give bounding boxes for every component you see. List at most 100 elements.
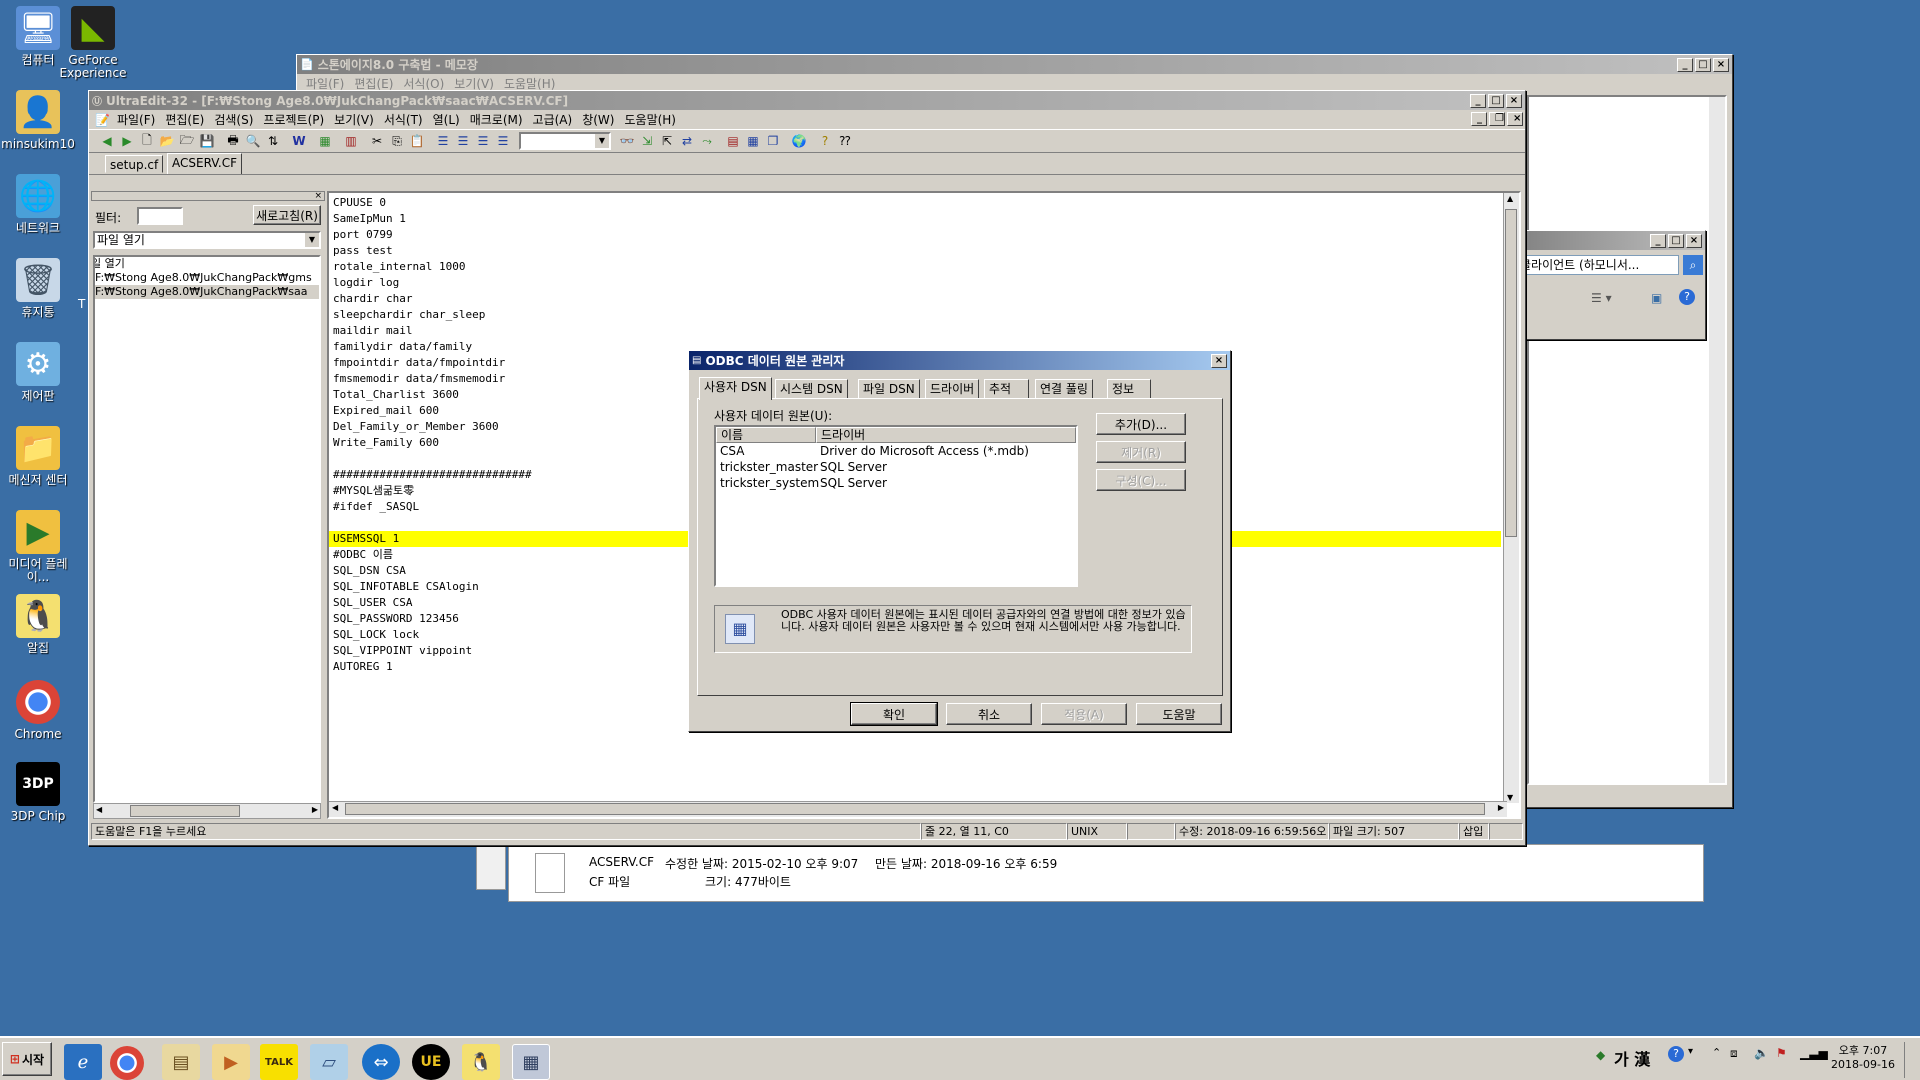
close-button[interactable]: × [1211,353,1227,368]
file-list[interactable]: 일 열기 F:₩Stong Age8.0₩JukChangPack₩gms F:… [93,255,321,803]
notepad-taskbar-icon[interactable]: ▱ [310,1044,348,1080]
tab-connection-pooling[interactable]: 연결 풀링 [1035,379,1093,399]
minimize-button[interactable]: _ [1677,57,1693,72]
menu-advanced[interactable]: 고급(A) [528,111,578,128]
menu-view[interactable]: 보기(V) [329,111,379,128]
tab-drivers[interactable]: 드라이버 [925,379,980,399]
explorer-icon[interactable]: ▤ [162,1044,200,1080]
menu-edit[interactable]: 편집(E) [160,111,209,128]
media-icon[interactable]: ▶ [212,1044,250,1080]
alzip-taskbar-icon[interactable]: 🐧 [462,1044,500,1080]
close-button[interactable]: × [1713,57,1729,72]
chevron-down-icon[interactable]: ▾ [1688,1046,1693,1057]
menu-project[interactable]: 프로젝트(P) [258,111,329,128]
close-button[interactable]: × [1506,93,1522,108]
menu-macro[interactable]: 매크로(M) [465,111,528,128]
notepad-titlebar[interactable]: 📄 스톤에이지8.0 구축법 - 메모장 _ □ × [297,55,1732,74]
tray-expand-icon[interactable]: ⌃ [1712,1046,1721,1059]
search-icon[interactable]: ⌕ [1683,255,1703,275]
doc-close-button[interactable]: × [1507,112,1523,126]
doc-minimize-button[interactable]: _ [1471,112,1487,126]
window-split-icon[interactable]: ▤ [723,131,743,151]
minimize-button[interactable]: _ [1650,233,1666,248]
table-row[interactable]: CSA Driver do Microsoft Access (*.mdb) [716,443,1076,459]
odbc-dialog[interactable]: ▤ ODBC 데이터 원본 관리자 × 사용자 DSN 시스템 DSN 파일 D… [688,350,1231,732]
scroll-left-icon[interactable]: ◀ [96,805,102,814]
maximize-button[interactable]: □ [1695,57,1711,72]
side-hscrollbar[interactable]: ◀ ▶ [93,803,321,819]
align-center-icon[interactable]: ☰ [453,131,473,151]
context-help-icon[interactable]: ⁇ [835,131,855,151]
replace-icon[interactable]: ⇄ [677,131,697,151]
configure-button[interactable]: 구성(C)... [1096,469,1186,491]
notepad-text-area[interactable] [1527,95,1727,785]
chevron-down-icon[interactable]: ▼ [595,134,609,148]
scroll-thumb[interactable] [1505,209,1517,537]
col-name-header[interactable]: 이름 [716,427,816,443]
justify-icon[interactable]: ☰ [493,131,513,151]
find-next-icon[interactable]: ⇲ [637,131,657,151]
desktop-icon-network[interactable]: 🌐 네트워크 [0,174,78,235]
table-row[interactable]: trickster_master SQL Server [716,459,1076,475]
cancel-button[interactable]: 취소 [946,703,1032,725]
back-window[interactable]: _ □ × 클라이언트 (하모니서... ⌕ ☰ ▾ ▣ ? [1510,230,1706,340]
kakaotalk-icon[interactable]: TALK [260,1044,298,1080]
maximize-button[interactable]: □ [1668,233,1684,248]
desktop-icon-chrome[interactable]: Chrome [0,680,78,741]
scroll-right-icon[interactable]: ▶ [312,805,318,814]
back-arrow-icon[interactable]: ◀ [97,131,117,151]
tab-file-dsn[interactable]: 파일 DSN [858,379,920,399]
list-item[interactable]: F:₩Stong Age8.0₩JukChangPack₩gms [95,271,319,285]
list-item[interactable]: F:₩Stong Age8.0₩JukChangPack₩saa [95,285,319,299]
tab-about[interactable]: 정보 [1107,379,1151,399]
list-item[interactable]: 일 열기 [95,257,319,271]
desktop-icon-user-folder[interactable]: 👤 minsukim10 [0,90,78,151]
ime-indicator[interactable]: 가 漢 [1614,1046,1650,1070]
tab-tracing[interactable]: 추적 [984,379,1029,399]
save-icon[interactable]: 💾 [197,131,217,151]
apply-button[interactable]: 적용(A) [1041,703,1127,725]
col-driver-header[interactable]: 드라이버 [816,427,1076,443]
teamviewer-icon[interactable]: ⇔ [362,1044,400,1080]
copy-icon[interactable]: ⎘ [387,131,407,151]
editor-hscrollbar[interactable]: ◀ ▶ [329,801,1507,817]
desktop-icon-control-panel[interactable]: ⚙ 제어판 [0,342,78,403]
filter-input[interactable] [137,207,183,225]
scroll-left-icon[interactable]: ◀ [332,803,338,812]
open-folder-icon[interactable]: 📂 [157,131,177,151]
desktop-icon-media-player[interactable]: ▶ 미디어 플레이... [0,510,78,584]
dsn-list[interactable]: 이름 드라이버 CSA Driver do Microsoft Access (… [714,425,1078,587]
remove-button[interactable]: 제거(R) [1096,441,1186,463]
status-resize-grip[interactable] [1489,823,1523,840]
chrome-taskbar-icon[interactable] [110,1046,144,1080]
word-wrap-icon[interactable]: W [289,131,309,151]
address-bar[interactable]: 클라이언트 (하모니서... [1515,255,1679,275]
menu-help[interactable]: 도움말(H) [619,111,681,128]
minimize-button[interactable]: _ [1470,93,1486,108]
odbc-taskbar-icon[interactable]: ▦ [512,1044,550,1080]
browser-icon[interactable]: 🌍 [789,131,809,151]
security-icon[interactable]: ⚑ [1776,1046,1787,1060]
cut-icon[interactable]: ✂ [367,131,387,151]
paste-icon[interactable]: 📋 [407,131,427,151]
start-button[interactable]: ⊞ 시작 [2,1042,52,1076]
new-file-icon[interactable]: 🗋 [137,131,157,151]
tab-system-dsn[interactable]: 시스템 DSN [775,379,848,399]
file-view-combo[interactable]: 파일 열기 ▼ [93,231,321,249]
view-icon[interactable]: ☰ ▾ [1591,291,1612,305]
help-icon[interactable]: ? [815,131,835,151]
scroll-thumb[interactable] [345,803,1485,815]
menu-column[interactable]: 열(L) [428,111,465,128]
clock[interactable]: 오후 7:07 2018-09-16 [1830,1044,1896,1072]
print-icon[interactable]: 🖶 [223,131,243,151]
pane-icon[interactable]: ▣ [1651,291,1662,305]
show-desktop-button[interactable] [1904,1042,1918,1078]
network-tray-icon[interactable]: ⧈ [1730,1046,1738,1061]
add-button[interactable]: 추가(D)... [1096,413,1186,435]
align-left-icon[interactable]: ☰ [433,131,453,151]
doc-restore-button[interactable]: ❐ [1489,112,1505,126]
ultraedit-taskbar-icon[interactable]: UE [412,1044,450,1080]
menu-search[interactable]: 검색(S) [209,111,258,128]
tab-setup-cf[interactable]: setup.cf [105,155,164,173]
panel-close-icon[interactable]: × [314,191,322,201]
